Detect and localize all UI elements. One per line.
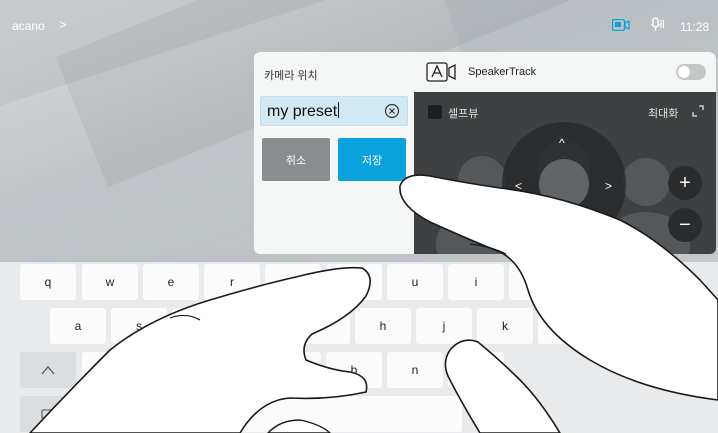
- keyboard-icon: [41, 409, 55, 419]
- key[interactable]: [204, 352, 260, 388]
- shift-icon: [41, 366, 55, 375]
- key[interactable]: d: [172, 308, 228, 344]
- camera-pad-center[interactable]: [539, 159, 589, 209]
- key[interactable]: e: [143, 264, 199, 300]
- key[interactable]: [294, 308, 350, 344]
- key[interactable]: r: [204, 264, 260, 300]
- key[interactable]: [233, 308, 289, 344]
- key[interactable]: i: [448, 264, 504, 300]
- key[interactable]: k: [477, 308, 533, 344]
- key[interactable]: [570, 264, 626, 300]
- shift-key[interactable]: [20, 352, 76, 388]
- clear-input-icon[interactable]: [384, 103, 400, 119]
- pan-down-icon[interactable]: v: [559, 220, 565, 234]
- keyboard-switch-key[interactable]: [20, 396, 76, 432]
- key[interactable]: n: [387, 352, 443, 388]
- key[interactable]: v: [265, 352, 321, 388]
- zoom-in-button[interactable]: +: [668, 166, 702, 200]
- mic-indicator-icon[interactable]: [650, 17, 666, 33]
- maximize-icon[interactable]: [692, 105, 704, 117]
- clock: 11:28: [680, 20, 710, 34]
- pan-right-icon[interactable]: >: [605, 179, 612, 193]
- key[interactable]: a: [50, 308, 106, 344]
- key[interactable]: [82, 352, 138, 388]
- status-bar: acano > 11:28: [0, 0, 718, 44]
- key[interactable]: j: [416, 308, 472, 344]
- brand-label[interactable]: acano: [12, 19, 45, 33]
- key[interactable]: b: [326, 352, 382, 388]
- speakertrack-header: SpeakerTrack: [414, 52, 716, 92]
- speakertrack-toggle[interactable]: [676, 64, 706, 80]
- key[interactable]: u: [387, 264, 443, 300]
- camera-preset-panel: 카메라 위치 my preset 취소 저장: [254, 52, 414, 254]
- zoom-out-button[interactable]: −: [668, 208, 702, 242]
- brand-chevron-icon[interactable]: >: [59, 17, 67, 32]
- selfview-label[interactable]: 셀프뷰: [448, 105, 478, 121]
- key[interactable]: t: [265, 264, 321, 300]
- key[interactable]: [448, 352, 504, 388]
- preset-name-value: my preset: [267, 103, 338, 120]
- pan-left-icon[interactable]: <: [515, 179, 522, 193]
- space-key[interactable]: [82, 396, 462, 432]
- camera-indicator-icon[interactable]: [612, 19, 630, 31]
- text-caret: [338, 102, 340, 118]
- speakertrack-icon: [426, 62, 456, 82]
- pan-up-icon[interactable]: ^: [559, 136, 565, 150]
- camera-control-panel: SpeakerTrack 셀프뷰 최대화 ^ v < > + −: [414, 52, 716, 254]
- save-button[interactable]: 저장: [338, 138, 406, 181]
- preset-panel-title: 카메라 위치: [264, 70, 318, 82]
- key[interactable]: [143, 352, 199, 388]
- cancel-button[interactable]: 취소: [262, 138, 330, 181]
- key[interactable]: q: [20, 264, 76, 300]
- key[interactable]: s: [111, 308, 167, 344]
- on-screen-keyboard: q w e r t u i a s d h j k v b n: [0, 262, 718, 433]
- key[interactable]: [326, 264, 382, 300]
- key[interactable]: w: [82, 264, 138, 300]
- key[interactable]: [509, 264, 565, 300]
- speakertrack-label: SpeakerTrack: [468, 66, 537, 78]
- selfview-checkbox[interactable]: [428, 105, 442, 119]
- key[interactable]: h: [355, 308, 411, 344]
- key[interactable]: [538, 308, 594, 344]
- maximize-label[interactable]: 최대화: [648, 105, 678, 121]
